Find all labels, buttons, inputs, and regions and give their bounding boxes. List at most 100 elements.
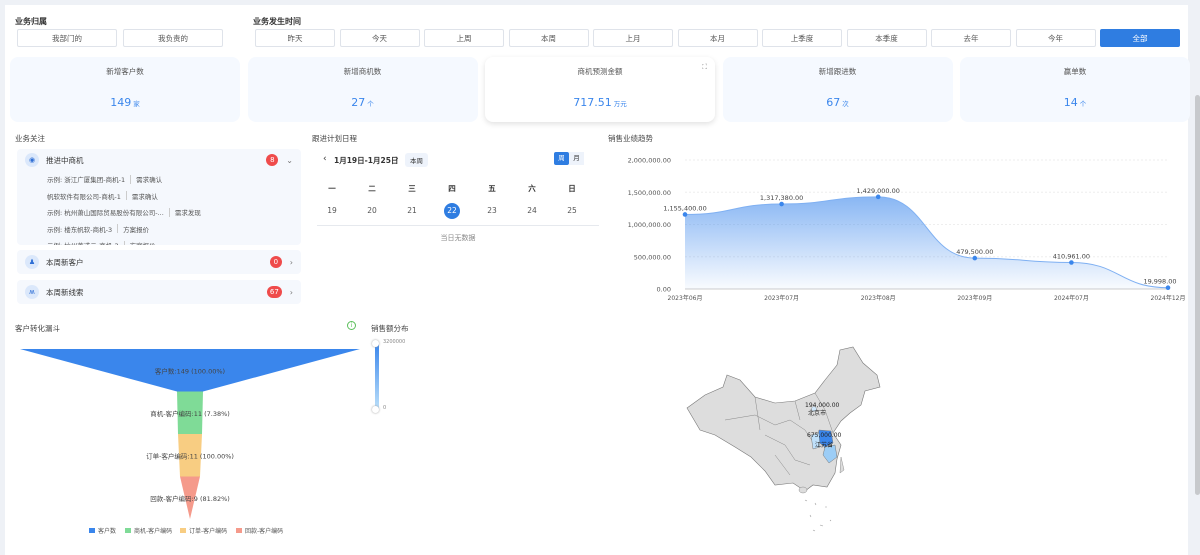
legend-label[interactable]: 商机-客户编码 bbox=[134, 527, 172, 535]
filter-time-8[interactable]: 去年 bbox=[931, 29, 1011, 47]
calendar-day[interactable]: 25 bbox=[552, 203, 592, 219]
info-icon[interactable]: i bbox=[347, 321, 356, 330]
stat-card[interactable]: 新增跟进数 67 次 bbox=[722, 57, 953, 122]
stat-card[interactable]: 新增客户数 149 家 bbox=[10, 57, 240, 122]
divider bbox=[317, 225, 599, 226]
region-hainan bbox=[798, 486, 808, 494]
calendar-day[interactable]: 24 bbox=[512, 203, 552, 219]
stat-card[interactable]: 赢单数 14 个 bbox=[960, 57, 1190, 122]
scrollbar[interactable] bbox=[1195, 95, 1200, 495]
data-point[interactable] bbox=[1165, 285, 1171, 291]
y-tick-label: 2,000,000.00 bbox=[628, 157, 671, 165]
data-point[interactable] bbox=[779, 201, 784, 207]
user-icon: ♟ bbox=[25, 255, 39, 269]
filter-time-2[interactable]: 上周 bbox=[424, 29, 504, 47]
stat-value: 14 bbox=[1063, 96, 1078, 109]
funnel-label: 回款-客户编码:9 (81.82%) bbox=[150, 494, 230, 503]
legend-swatch[interactable] bbox=[89, 528, 95, 533]
focus-title: 业务关注 bbox=[15, 134, 45, 143]
clue-icon: ʍ bbox=[25, 285, 39, 299]
opportunity-item[interactable]: 帆软软件有限公司-商机-1 需求确认 bbox=[17, 188, 301, 205]
filter-time-9[interactable]: 今年 bbox=[1015, 29, 1096, 47]
stat-value: 67 bbox=[826, 96, 841, 109]
opportunity-item[interactable]: 示例: 浙江广厦集团-商机-1 需求确认 bbox=[17, 171, 301, 188]
x-tick-label: 2023年06月 bbox=[668, 294, 703, 302]
data-point[interactable] bbox=[972, 255, 978, 261]
legend-label[interactable]: 客户数 bbox=[98, 527, 116, 535]
filter-my-dept[interactable]: 我部门的 bbox=[17, 29, 117, 47]
filter-time-10[interactable]: 全部 bbox=[1100, 29, 1180, 47]
stat-card[interactable]: 新增商机数 27 个 bbox=[247, 57, 478, 122]
weekday-label: 日 bbox=[568, 184, 576, 193]
china-map[interactable]: 194,000.00 北京市 675,000.00 江苏省 bbox=[665, 335, 915, 540]
data-label: 1,429,000.00 bbox=[856, 187, 899, 195]
item-stage: 方案报价 bbox=[123, 225, 150, 234]
stat-unit: 次 bbox=[842, 100, 849, 108]
filter-time-4[interactable]: 上月 bbox=[593, 29, 673, 47]
x-tick-label: 2023年08月 bbox=[861, 294, 896, 302]
view-month-button[interactable]: 月 bbox=[569, 152, 584, 165]
opportunity-item[interactable]: 示例: 杭州莱诺云-商机-3 方案报价 bbox=[17, 237, 301, 245]
group-new-clues[interactable]: ʍ 本周新线索 67 › bbox=[17, 280, 301, 304]
calendar-day[interactable]: 22 bbox=[432, 203, 472, 219]
weekday-label: 二 bbox=[368, 184, 376, 193]
filter-time-7[interactable]: 本季度 bbox=[846, 29, 927, 47]
legend-swatch[interactable] bbox=[125, 528, 131, 533]
day-number: 19 bbox=[327, 206, 337, 215]
filter-my-own[interactable]: 我负责的 bbox=[123, 29, 223, 47]
filter-time-0[interactable]: 昨天 bbox=[255, 29, 335, 47]
divider bbox=[125, 191, 127, 201]
day-number: 20 bbox=[367, 206, 377, 215]
fullscreen-icon[interactable]: ⛶ bbox=[702, 63, 707, 72]
calendar-day[interactable]: 19 bbox=[312, 203, 352, 219]
map-china-mainland bbox=[686, 346, 881, 492]
chevron-right-icon[interactable]: › bbox=[290, 288, 293, 297]
legend-label[interactable]: 订单-客户编码 bbox=[189, 527, 227, 535]
calendar-day[interactable]: 20 bbox=[352, 203, 392, 219]
divider bbox=[123, 240, 125, 245]
south-sea-islands bbox=[804, 499, 832, 532]
chevron-right-icon[interactable]: › bbox=[290, 258, 293, 267]
dashboard: 业务归属 我部门的 我负责的 业务发生时间 昨天 今天 上周 本周 上月 本月 上季度 本季度… bbox=[5, 5, 1190, 555]
stat-title: 商机预测金额 bbox=[577, 67, 623, 76]
stat-value: 149 bbox=[110, 96, 132, 109]
stat-value-row: 149 家 bbox=[10, 96, 240, 109]
data-point[interactable] bbox=[875, 194, 881, 200]
stat-card[interactable]: 商机预测金额 717.51 万元 ⛶ bbox=[485, 57, 715, 122]
view-week-button[interactable]: 周 bbox=[554, 152, 569, 165]
funnel-title: 客户转化漏斗 bbox=[15, 324, 60, 333]
filter-time-1[interactable]: 今天 bbox=[339, 29, 420, 47]
visual-map-handle-max[interactable] bbox=[372, 340, 379, 347]
this-week-button[interactable]: 本周 bbox=[405, 153, 428, 167]
chevron-down-icon[interactable]: ⌄ bbox=[286, 156, 293, 165]
filter-time-5[interactable]: 本月 bbox=[677, 29, 758, 47]
group-header[interactable]: ◉ 推进中商机 8 ⌄ bbox=[17, 149, 301, 171]
funnel-label: 订单-客户编码:11 (100.00%) bbox=[146, 451, 234, 460]
filter-time-6[interactable]: 上季度 bbox=[762, 29, 842, 47]
item-name: 示例: 杭州萧山国际贸易股份有限公司-... bbox=[47, 209, 164, 218]
legend-label[interactable]: 回款-客户编码 bbox=[245, 527, 283, 535]
opportunity-item[interactable]: 示例: 楼东帆软-商机-3 方案报价 bbox=[17, 221, 301, 238]
calendar-day[interactable]: 23 bbox=[472, 203, 512, 219]
visual-map-bar[interactable] bbox=[375, 343, 379, 411]
count-badge: 0 bbox=[269, 256, 282, 268]
x-tick-label: 2024年12月 bbox=[1151, 294, 1185, 302]
sales-trend-chart: 0.00 500,000.00 1,000,000.00 1,500,000.00 2,… bbox=[628, 157, 1185, 303]
data-label: 19,998.00 bbox=[1143, 278, 1176, 286]
data-point[interactable] bbox=[1069, 260, 1074, 265]
group-new-customers[interactable]: ♟ 本周新客户 0 › bbox=[17, 250, 301, 274]
legend-swatch[interactable] bbox=[236, 528, 242, 533]
visual-map-handle-min[interactable] bbox=[372, 406, 379, 413]
stat-title: 新增客户数 bbox=[106, 67, 144, 76]
trend-area bbox=[685, 196, 1168, 289]
stat-unit: 个 bbox=[367, 100, 374, 108]
next-week-icon[interactable]: › bbox=[395, 154, 399, 164]
prev-week-icon[interactable]: ‹ bbox=[323, 154, 327, 164]
item-stage: 需求确认 bbox=[136, 176, 163, 185]
data-point[interactable] bbox=[682, 212, 688, 217]
filter-time-3[interactable]: 本周 bbox=[508, 29, 589, 47]
opportunity-item[interactable]: 示例: 杭州萧山国际贸易股份有限公司-... 需求发现 bbox=[17, 204, 301, 221]
divider bbox=[117, 224, 119, 234]
legend-swatch[interactable] bbox=[180, 528, 186, 533]
calendar-day[interactable]: 21 bbox=[392, 203, 432, 219]
